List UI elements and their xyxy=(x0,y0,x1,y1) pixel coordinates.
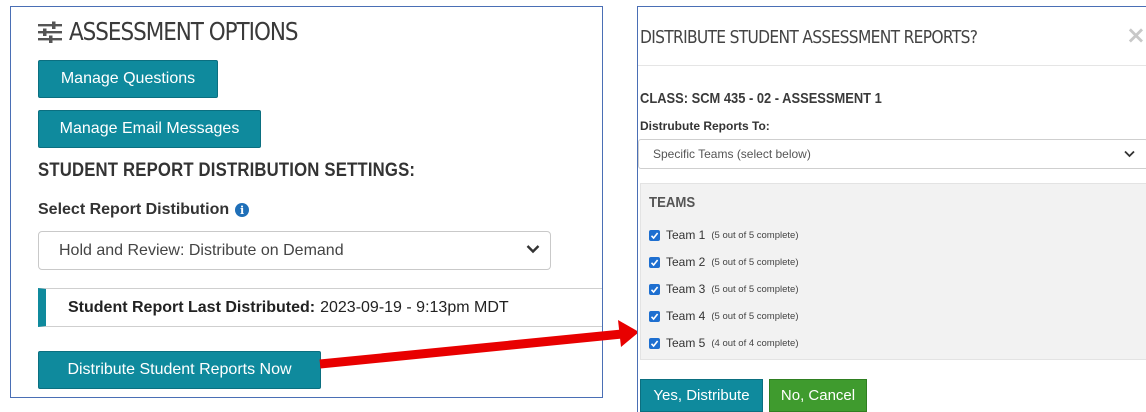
assessment-options-panel: ASSESSMENT OPTIONS Manage Questions Mana… xyxy=(10,6,603,398)
checkbox-checked-icon[interactable] xyxy=(649,310,660,322)
checkbox-checked-icon[interactable] xyxy=(649,256,660,268)
distribute-to-select-value: Specific Teams (select below) xyxy=(653,147,811,161)
info-icon[interactable]: i xyxy=(235,203,250,217)
team-row[interactable]: Team 2 (5 out of 5 complete) xyxy=(649,255,799,269)
select-report-distribution-label-text: Select Report Distibution xyxy=(38,201,230,218)
last-distributed-label: Student Report Last Distributed: xyxy=(68,298,316,316)
team-row[interactable]: Team 5 (4 out of 4 complete) xyxy=(649,336,799,350)
report-distribution-select[interactable]: Hold and Review: Distribute on Demand xyxy=(38,231,551,270)
class-name: CLASS: SCM 435 - 02 - ASSESSMENT 1 xyxy=(640,90,882,107)
team-name: Team 1 xyxy=(666,228,706,242)
team-row[interactable]: Team 3 (5 out of 5 complete) xyxy=(649,282,799,296)
team-row[interactable]: Team 1 (5 out of 5 complete) xyxy=(649,228,799,242)
manage-questions-button[interactable]: Manage Questions xyxy=(38,60,218,98)
checkbox-checked-icon[interactable] xyxy=(649,337,660,349)
team-name: Team 3 xyxy=(666,282,706,296)
assessment-options-header: ASSESSMENT OPTIONS xyxy=(37,17,335,46)
teams-heading: TEAMS xyxy=(649,194,696,211)
last-distributed-value: 2023-09-19 - 9:13pm MDT xyxy=(320,298,509,316)
distribute-student-reports-now-button[interactable]: Distribute Student Reports Now xyxy=(38,351,321,389)
modal-divider xyxy=(638,65,1146,66)
manage-email-messages-button[interactable]: Manage Email Messages xyxy=(38,110,261,148)
team-status: (4 out of 4 complete) xyxy=(711,337,799,349)
select-report-distribution-label: Select Report Distibution i xyxy=(38,201,250,219)
last-distributed-banner: Student Report Last Distributed: 2023-09… xyxy=(38,288,602,327)
close-icon[interactable]: × xyxy=(1126,23,1146,47)
yes-distribute-button[interactable]: Yes, Distribute xyxy=(640,379,763,412)
team-status: (5 out of 5 complete) xyxy=(711,256,799,268)
team-name: Team 5 xyxy=(666,336,706,350)
team-row[interactable]: Team 4 (5 out of 5 complete) xyxy=(649,309,799,323)
checkbox-checked-icon[interactable] xyxy=(649,283,660,295)
team-status: (5 out of 5 complete) xyxy=(711,310,799,322)
distribution-settings-heading: STUDENT REPORT DISTRIBUTION SETTINGS: xyxy=(38,160,416,181)
team-name: Team 4 xyxy=(666,309,706,323)
assessment-options-title: ASSESSMENT OPTIONS xyxy=(69,17,299,46)
distribute-to-label: Distrubute Reports To: xyxy=(640,119,770,133)
no-cancel-button[interactable]: No, Cancel xyxy=(769,379,867,412)
chevron-down-icon xyxy=(1124,150,1135,158)
chevron-down-icon xyxy=(526,245,540,254)
teams-panel: TEAMS Team 1 (5 out of 5 complete) Team … xyxy=(640,183,1146,360)
team-status: (5 out of 5 complete) xyxy=(711,283,799,295)
report-distribution-select-value: Hold and Review: Distribute on Demand xyxy=(59,241,344,259)
modal-title: DISTRIBUTE STUDENT ASSESSMENT REPORTS? xyxy=(640,27,978,48)
distribute-reports-modal: DISTRIBUTE STUDENT ASSESSMENT REPORTS? ×… xyxy=(637,6,1146,412)
sliders-icon xyxy=(38,21,62,43)
team-name: Team 2 xyxy=(666,255,706,269)
team-status: (5 out of 5 complete) xyxy=(711,229,799,241)
checkbox-checked-icon[interactable] xyxy=(649,229,660,241)
distribute-to-select[interactable]: Specific Teams (select below) xyxy=(638,139,1146,169)
